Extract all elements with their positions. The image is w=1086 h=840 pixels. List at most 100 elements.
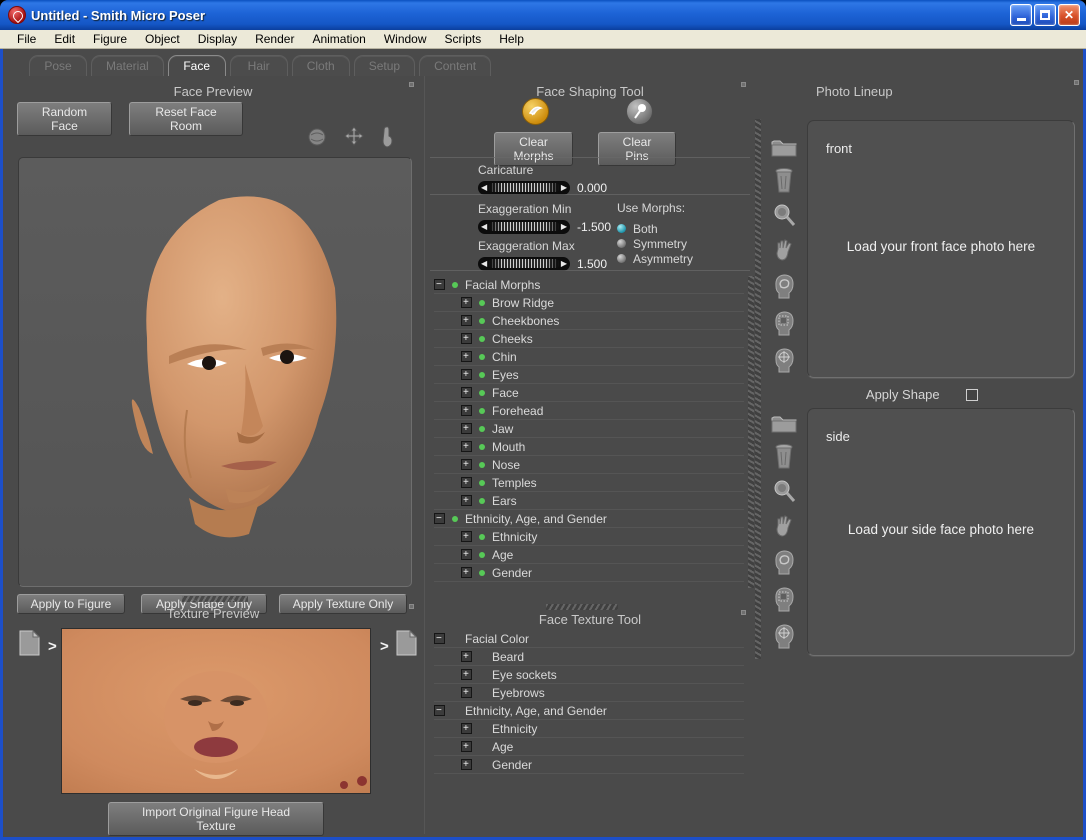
panel-menu-icon[interactable] — [741, 82, 746, 87]
morph-tree-row[interactable]: Cheeks — [434, 330, 744, 348]
panel-menu-icon[interactable] — [1074, 80, 1079, 85]
caricature-slider[interactable]: ◀▶ — [478, 181, 570, 195]
morph-tree-row[interactable]: Eyes — [434, 366, 744, 384]
apply-shape-checkbox[interactable] — [966, 389, 978, 401]
expand-toggle-icon[interactable] — [461, 669, 472, 680]
clear-morphs-button[interactable]: Clear Morphs — [494, 132, 573, 166]
pin-tool-icon[interactable] — [626, 98, 653, 125]
texture-tree-row[interactable]: Eyebrows — [434, 684, 744, 702]
head-texture-icon[interactable] — [771, 309, 797, 337]
room-tab[interactable]: Material — [91, 55, 164, 76]
morph-tree-row[interactable]: Ethnicity, Age, and Gender — [434, 510, 744, 528]
exaggeration-min-slider[interactable]: ◀▶ — [478, 220, 570, 234]
morph-tree-row[interactable]: Face — [434, 384, 744, 402]
touch-camera-icon[interactable] — [381, 126, 394, 148]
expand-toggle-icon[interactable] — [461, 423, 472, 434]
open-folder-icon[interactable] — [770, 412, 798, 434]
expand-toggle-icon[interactable] — [461, 651, 472, 662]
rotate-trackball-icon[interactable] — [307, 127, 327, 147]
morph-tree-row[interactable]: Nose — [434, 456, 744, 474]
expand-toggle-icon[interactable] — [434, 279, 445, 290]
room-tab[interactable]: Face — [168, 55, 226, 76]
room-tab[interactable]: Setup — [354, 55, 415, 76]
morph-tree-row[interactable]: Ethnicity — [434, 528, 744, 546]
random-face-button[interactable]: Random Face — [17, 102, 112, 136]
morph-putty-tool-icon[interactable] — [522, 98, 549, 125]
minimize-button[interactable] — [1010, 4, 1032, 26]
menu-item[interactable]: File — [8, 30, 45, 48]
expand-toggle-icon[interactable] — [461, 549, 472, 560]
splitter-handle[interactable] — [182, 596, 248, 602]
expand-toggle-icon[interactable] — [461, 459, 472, 470]
use-morphs-radio[interactable]: Both — [617, 221, 693, 236]
expand-toggle-icon[interactable] — [461, 333, 472, 344]
import-texture-document-icon[interactable] — [394, 630, 418, 656]
morph-tree-row[interactable]: Mouth — [434, 438, 744, 456]
texture-tree-row[interactable]: Ethnicity, Age, and Gender — [434, 702, 744, 720]
head-target-icon[interactable] — [771, 622, 797, 650]
expand-toggle-icon[interactable] — [461, 387, 472, 398]
export-texture-document-icon[interactable] — [17, 630, 41, 656]
morph-tree-row[interactable]: Chin — [434, 348, 744, 366]
expand-toggle-icon[interactable] — [461, 477, 472, 488]
texture-tree-row[interactable]: Ethnicity — [434, 720, 744, 738]
zoom-photo-icon[interactable] — [771, 202, 797, 228]
splitter-handle[interactable] — [546, 604, 618, 610]
front-photo-dropzone[interactable]: front Load your front face photo here — [807, 120, 1075, 378]
expand-toggle-icon[interactable] — [434, 513, 445, 524]
texture-tree-row[interactable]: Age — [434, 738, 744, 756]
room-tab[interactable]: Content — [419, 55, 491, 76]
face-preview-viewport[interactable] — [18, 157, 412, 587]
pan-photo-icon[interactable] — [772, 513, 796, 539]
menu-item[interactable]: Figure — [84, 30, 136, 48]
expand-toggle-icon[interactable] — [461, 441, 472, 452]
menu-item[interactable]: Display — [189, 30, 246, 48]
maximize-button[interactable] — [1034, 4, 1056, 26]
texture-tree-row[interactable]: Beard — [434, 648, 744, 666]
zoom-photo-icon[interactable] — [771, 478, 797, 504]
open-folder-icon[interactable] — [770, 136, 798, 158]
expand-toggle-icon[interactable] — [461, 405, 472, 416]
panel-menu-icon[interactable] — [741, 610, 746, 615]
texture-tree-row[interactable]: Facial Color — [434, 630, 744, 648]
morph-tree-row[interactable]: Cheekbones — [434, 312, 744, 330]
menu-item[interactable]: Object — [136, 30, 189, 48]
titlebar[interactable]: Untitled - Smith Micro Poser ✕ — [0, 0, 1086, 30]
expand-toggle-icon[interactable] — [461, 297, 472, 308]
panel-menu-icon[interactable] — [409, 82, 414, 87]
morph-tree-row[interactable]: Facial Morphs — [434, 276, 744, 294]
morph-tree-row[interactable]: Ears — [434, 492, 744, 510]
import-original-texture-button[interactable]: Import Original Figure Head Texture — [108, 802, 324, 836]
expand-toggle-icon[interactable] — [461, 369, 472, 380]
expand-toggle-icon[interactable] — [461, 741, 472, 752]
pan-photo-icon[interactable] — [772, 237, 796, 263]
texture-tree-row[interactable]: Eye sockets — [434, 666, 744, 684]
use-morphs-radio[interactable]: Asymmetry — [617, 251, 693, 266]
texture-tree-row[interactable]: Gender — [434, 756, 744, 774]
expand-toggle-icon[interactable] — [461, 567, 472, 578]
expand-toggle-icon[interactable] — [461, 531, 472, 542]
delete-photo-icon[interactable] — [774, 443, 794, 469]
panel-menu-icon[interactable] — [409, 604, 414, 609]
clear-pins-button[interactable]: Clear Pins — [598, 132, 676, 166]
expand-toggle-icon[interactable] — [461, 723, 472, 734]
head-texture-icon[interactable] — [771, 585, 797, 613]
tree-scrollbar[interactable] — [748, 276, 754, 588]
morph-tree-row[interactable]: Forehead — [434, 402, 744, 420]
menu-item[interactable]: Animation — [303, 30, 374, 48]
expand-toggle-icon[interactable] — [461, 315, 472, 326]
head-shape-icon[interactable] — [771, 272, 797, 300]
delete-photo-icon[interactable] — [774, 167, 794, 193]
reset-face-room-button[interactable]: Reset Face Room — [129, 102, 243, 136]
side-photo-dropzone[interactable]: side Load your side face photo here — [807, 408, 1075, 656]
exaggeration-max-slider[interactable]: ◀▶ — [478, 257, 570, 271]
expand-toggle-icon[interactable] — [461, 495, 472, 506]
head-shape-icon[interactable] — [771, 548, 797, 576]
use-morphs-radio[interactable]: Symmetry — [617, 236, 693, 251]
move-camera-icon[interactable] — [341, 126, 367, 148]
menu-item[interactable]: Help — [490, 30, 533, 48]
expand-toggle-icon[interactable] — [461, 687, 472, 698]
menu-item[interactable]: Edit — [45, 30, 84, 48]
expand-toggle-icon[interactable] — [434, 705, 445, 716]
room-tab[interactable]: Pose — [29, 55, 87, 76]
